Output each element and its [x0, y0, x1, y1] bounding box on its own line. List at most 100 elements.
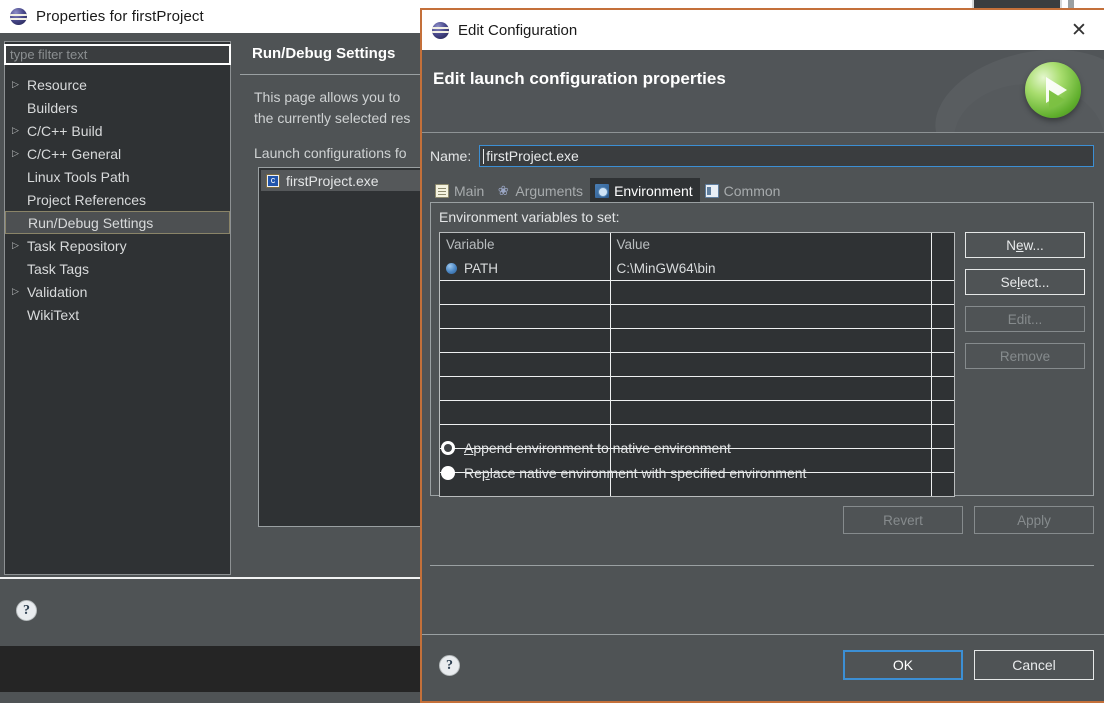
help-icon[interactable]: ? — [16, 600, 37, 621]
radio-label: Append environment to native environment — [464, 439, 731, 456]
ok-button[interactable]: OK — [843, 650, 963, 680]
properties-help-button[interactable]: ? — [16, 600, 37, 621]
radio-replace-environment[interactable]: Replace native environment with specifie… — [441, 460, 806, 485]
tree-item-label: Resource — [27, 76, 87, 93]
environment-tab-panel: Environment variables to set: Variable V… — [430, 202, 1094, 497]
radio-label: Replace native environment with specifie… — [464, 464, 807, 481]
cell-value: C:\MinGW64\bin — [610, 256, 932, 282]
tab-main[interactable]: Main — [430, 178, 491, 203]
tree-item-task-tags[interactable]: Task Tags — [5, 257, 230, 280]
table-row-empty[interactable] — [440, 376, 954, 401]
column-header-value: Value — [610, 233, 932, 257]
name-input-value: firstProject.exe — [486, 148, 579, 164]
tree-item-c-cpp-build[interactable]: ▷ C/C++ Build — [5, 119, 230, 142]
tab-label: Common — [723, 182, 781, 199]
page-title: Run/Debug Settings — [252, 45, 396, 62]
document-icon — [435, 183, 449, 198]
edit-button: Edit... — [965, 306, 1085, 332]
tab-label: Environment — [614, 182, 693, 199]
radio-icon-selected[interactable] — [441, 440, 455, 455]
environment-icon — [595, 183, 610, 198]
eclipse-icon — [10, 8, 27, 25]
tree-item-label: Linux Tools Path — [27, 168, 130, 185]
table-row[interactable]: PATH C:\MinGW64\bin — [440, 256, 954, 282]
tree-item-run-debug-settings[interactable]: Run/Debug Settings — [5, 211, 230, 234]
tree-item-label: Run/Debug Settings — [28, 214, 154, 231]
chevron-right-icon[interactable]: ▷ — [12, 126, 27, 135]
properties-tree: ▷ Resource Builders ▷ C/C++ Build ▷ C/C+… — [5, 71, 230, 574]
name-row: Name: firstProject.exe — [430, 145, 1094, 167]
run-triangle — [1045, 77, 1067, 110]
banner-heading: Edit launch configuration properties — [433, 69, 726, 88]
column-header-variable: Variable — [440, 233, 611, 257]
environment-side-buttons: Ne w... Se l ect... Edit... Remove — [965, 232, 1085, 369]
dialog-titlebar: Edit Configuration ✕ — [422, 10, 1104, 50]
environment-section-label: Environment variables to set: — [439, 209, 620, 225]
apply-button: Apply — [974, 506, 1094, 534]
tree-item-label: Validation — [27, 283, 88, 300]
table-row-empty[interactable] — [440, 400, 954, 425]
cancel-button[interactable]: Cancel — [974, 650, 1094, 680]
tree-item-label: Task Tags — [27, 260, 89, 277]
new-button[interactable]: Ne w... — [965, 232, 1085, 258]
tree-item-builders[interactable]: Builders — [5, 96, 230, 119]
name-label: Name: — [430, 148, 472, 164]
tree-item-label: Builders — [27, 99, 78, 116]
table-row-empty[interactable] — [440, 352, 954, 377]
c-file-icon — [266, 173, 280, 188]
chevron-right-icon[interactable]: ▷ — [12, 80, 27, 89]
page-description-line2: the currently selected res — [254, 110, 411, 126]
tree-item-validation[interactable]: ▷ Validation — [5, 280, 230, 303]
properties-window-title: Properties for firstProject — [36, 8, 204, 25]
tree-item-resource[interactable]: ▷ Resource — [5, 73, 230, 96]
cell-variable: PATH — [440, 256, 611, 282]
tree-item-c-cpp-general[interactable]: ▷ C/C++ General — [5, 142, 230, 165]
chevron-right-icon[interactable]: ▷ — [12, 149, 27, 158]
tab-label: Main — [454, 182, 485, 199]
cell-variable-text: PATH — [464, 261, 499, 277]
chevron-right-icon[interactable]: ▷ — [12, 241, 27, 250]
close-icon[interactable]: ✕ — [1066, 17, 1092, 43]
dialog-help-button[interactable]: ? — [439, 655, 460, 676]
divider — [430, 565, 1094, 566]
dialog-footer: ? OK Cancel — [422, 634, 1104, 701]
column-header-extra — [931, 233, 954, 257]
dialog-banner: Edit launch configuration properties — [422, 50, 1104, 133]
cell-extra — [931, 256, 954, 282]
tree-item-task-repository[interactable]: ▷ Task Repository — [5, 234, 230, 257]
revert-apply-buttons: Revert Apply — [843, 506, 1094, 534]
tab-label: Arguments — [515, 182, 584, 199]
run-icon — [1025, 62, 1081, 118]
text-caret — [483, 148, 485, 164]
chevron-right-icon[interactable]: ▷ — [12, 287, 27, 296]
tree-item-linux-tools-path[interactable]: Linux Tools Path — [5, 165, 230, 188]
select-button[interactable]: Se l ect... — [965, 269, 1085, 295]
dialog-body: Name: firstProject.exe Main ❀ Arguments … — [422, 133, 1104, 576]
radio-append-environment[interactable]: Append environment to native environment — [441, 435, 806, 460]
dialog-action-bar: Revert Apply — [430, 506, 1094, 566]
dialog-title: Edit Configuration — [458, 21, 578, 39]
tree-item-label: C/C++ General — [27, 145, 122, 162]
table-row-empty[interactable] — [440, 328, 954, 354]
tab-common[interactable]: Common — [700, 178, 788, 203]
table-row-empty[interactable] — [440, 280, 954, 306]
radio-icon[interactable] — [441, 465, 455, 480]
dialog-tabs: Main ❀ Arguments Environment Common — [430, 177, 1094, 203]
name-input[interactable]: firstProject.exe — [479, 145, 1094, 167]
arguments-icon: ❀ — [497, 182, 509, 198]
revert-button: Revert — [843, 506, 963, 534]
footer-buttons: OK Cancel — [843, 650, 1094, 680]
remove-button: Remove — [965, 343, 1085, 369]
tab-environment[interactable]: Environment — [590, 178, 700, 203]
tree-item-label: Task Repository — [27, 237, 127, 254]
help-icon[interactable]: ? — [439, 655, 460, 676]
tree-item-wikitext[interactable]: WikiText — [5, 303, 230, 326]
page-description-line1: This page allows you to — [254, 89, 401, 105]
tree-item-label: Project References — [27, 191, 147, 208]
tab-arguments[interactable]: ❀ Arguments — [491, 178, 590, 203]
filter-input[interactable]: type filter text — [4, 44, 231, 65]
tree-item-project-references[interactable]: Project References — [5, 188, 230, 211]
table-header-row: Variable Value — [440, 233, 954, 257]
common-icon — [704, 183, 719, 198]
table-row-empty[interactable] — [440, 304, 954, 330]
